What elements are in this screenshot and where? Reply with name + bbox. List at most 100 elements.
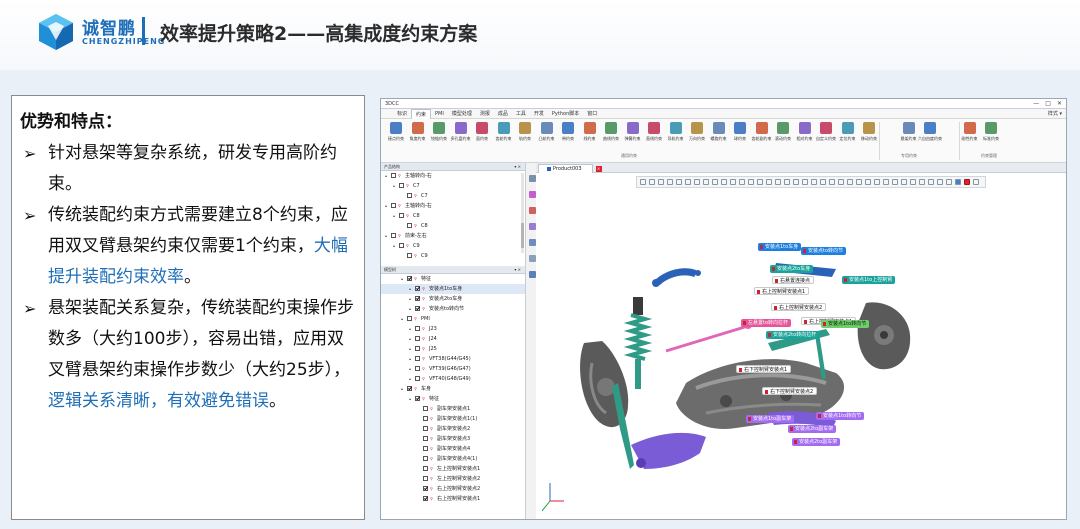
- ribbon-button[interactable]: 导轨约束: [665, 122, 687, 148]
- menu-item[interactable]: 工具: [512, 109, 530, 119]
- visibility-checkbox[interactable]: [415, 396, 420, 401]
- ribbon-button[interactable]: 线约束: [579, 122, 601, 148]
- ribbon-button[interactable]: 螺旋约束: [708, 122, 730, 148]
- tree-item[interactable]: ▴ ⚲ 特征: [381, 394, 525, 404]
- pin-icon[interactable]: ▾ ×: [514, 163, 521, 171]
- tree-item[interactable]: ⚲ 右上控制臂安装点1: [381, 494, 525, 504]
- tree-item[interactable]: ▴ ⚲ PMI: [381, 314, 525, 324]
- visibility-checkbox[interactable]: [407, 316, 412, 321]
- ribbon-button[interactable]: 铰链约束: [428, 122, 450, 148]
- visibility-checkbox[interactable]: [399, 183, 404, 188]
- tree-item[interactable]: ▴ ⚲ C7: [381, 181, 525, 191]
- tree-item[interactable]: ⚲ 副车架安装点4(1): [381, 454, 525, 464]
- visibility-checkbox[interactable]: [399, 213, 404, 218]
- ribbon-button[interactable]: 凸轮约束: [536, 122, 558, 148]
- ribbon-button[interactable]: 刚性约束: [959, 122, 981, 148]
- visibility-checkbox[interactable]: [415, 346, 420, 351]
- layer-icon[interactable]: [529, 271, 536, 278]
- visibility-checkbox[interactable]: [423, 426, 428, 431]
- tree-item[interactable]: ⚲ 副车架安装点4: [381, 444, 525, 454]
- tree-item[interactable]: ⚲ 副车架安装点2: [381, 424, 525, 434]
- ribbon-button[interactable]: 球约束: [729, 122, 751, 148]
- tree-item[interactable]: ▴ ⚲ C8: [381, 211, 525, 221]
- scrollbar[interactable]: [521, 173, 524, 253]
- tree-item[interactable]: ▴ ⚲ 特征: [381, 274, 525, 284]
- cursor-icon[interactable]: [529, 175, 536, 182]
- constraint-label[interactable]: 安装点1to转向节: [821, 320, 870, 328]
- ribbon-button[interactable]: 接点约束: [385, 122, 407, 148]
- ribbon-button[interactable]: 弹簧约束: [622, 122, 644, 148]
- tree-item[interactable]: ▴ ⚲ VFT39(G46/G47): [381, 364, 525, 374]
- constraint-label[interactable]: 安装点to转向节: [801, 247, 847, 255]
- maximize-button[interactable]: □: [1045, 100, 1051, 107]
- tree-item[interactable]: ▴ ⚲ 安装点1to车身: [381, 284, 525, 294]
- ribbon-button[interactable]: 滚动约束: [772, 122, 794, 148]
- visibility-checkbox[interactable]: [407, 253, 412, 258]
- ribbon-button[interactable]: 多孔盘约束: [450, 122, 472, 148]
- visibility-checkbox[interactable]: [423, 416, 428, 421]
- section-icon[interactable]: [529, 223, 536, 230]
- minimize-button[interactable]: —: [1033, 100, 1039, 107]
- visibility-checkbox[interactable]: [415, 356, 420, 361]
- menu-item-active[interactable]: 约束: [411, 108, 432, 119]
- tree-item[interactable]: ▴ ⚲ 前束-左右: [381, 231, 525, 241]
- menu-item[interactable]: Python脚本: [548, 109, 583, 119]
- select-icon[interactable]: [529, 191, 536, 198]
- tree-item[interactable]: ▴ ⚲ J24: [381, 334, 525, 344]
- tree-item[interactable]: ⚲ 副车架安装点1: [381, 404, 525, 414]
- visibility-checkbox[interactable]: [415, 336, 420, 341]
- visibility-checkbox[interactable]: [399, 243, 404, 248]
- constraint-label[interactable]: 右上控制臂安装点1: [754, 287, 810, 295]
- visibility-checkbox[interactable]: [391, 203, 396, 208]
- visibility-checkbox[interactable]: [423, 406, 428, 411]
- ribbon-button[interactable]: 面约束: [471, 122, 493, 148]
- visibility-checkbox[interactable]: [423, 446, 428, 451]
- tree-item[interactable]: ⚲ 副车架安装点3: [381, 434, 525, 444]
- constraint-label[interactable]: 左悬置to转向拉杆: [741, 319, 792, 327]
- tree-item[interactable]: ⚲ 左上控制臂安装点2: [381, 474, 525, 484]
- ribbon-button[interactable]: 齿轮约束: [493, 122, 515, 148]
- suspension-model[interactable]: [536, 173, 1067, 520]
- 3d-viewport[interactable]: 安装点1to车身 安装点to转向节 安装点2to车身 右悬置连接点 安装点1to…: [536, 173, 1067, 520]
- ribbon-button[interactable]: 角度约束: [407, 122, 429, 148]
- menu-item[interactable]: 模型处理: [448, 109, 476, 119]
- visibility-checkbox[interactable]: [407, 223, 412, 228]
- constraint-label[interactable]: 安装点2to转向拉杆: [766, 331, 820, 339]
- visibility-checkbox[interactable]: [391, 173, 396, 178]
- visibility-checkbox[interactable]: [391, 233, 396, 238]
- tree-item[interactable]: ▴ ⚲ J23: [381, 324, 525, 334]
- visibility-checkbox[interactable]: [423, 496, 428, 501]
- tree-item[interactable]: ⚲ C9: [381, 251, 525, 261]
- menu-item[interactable]: 测报: [476, 109, 494, 119]
- constraint-label[interactable]: 安装点1to上控制臂: [842, 276, 896, 284]
- ribbon-button[interactable]: 六自由度约束: [918, 122, 942, 148]
- visibility-checkbox[interactable]: [423, 456, 428, 461]
- ribbon-button[interactable]: 齿轮副约束: [751, 122, 773, 148]
- menu-item[interactable]: 窗口: [583, 109, 601, 119]
- tree-item[interactable]: ▴ ⚲ J25: [381, 344, 525, 354]
- ribbon-button[interactable]: 悬架约束: [898, 122, 920, 148]
- menu-item[interactable]: PMI: [431, 109, 448, 119]
- pin-icon[interactable]: ▾ ×: [514, 266, 521, 274]
- ribbon-button[interactable]: 定位约束: [837, 122, 859, 148]
- tree-item[interactable]: ▴ ⚲ 安装点to转向节: [381, 304, 525, 314]
- visibility-checkbox[interactable]: [407, 276, 412, 281]
- visibility-checkbox[interactable]: [415, 306, 420, 311]
- visibility-checkbox[interactable]: [423, 486, 428, 491]
- tree-item[interactable]: ▴ ⚲ VFT38(G44/G45): [381, 354, 525, 364]
- ribbon-button[interactable]: 自定义约束: [815, 122, 837, 148]
- visibility-checkbox[interactable]: [423, 476, 428, 481]
- tree-item[interactable]: ⚲ 右上控制臂安装点2: [381, 484, 525, 494]
- visibility-checkbox[interactable]: [415, 376, 420, 381]
- ribbon-button[interactable]: 万向约束: [686, 122, 708, 148]
- menu-item[interactable]: 成品: [494, 109, 512, 119]
- constraint-label[interactable]: 安装点2to副车架: [792, 438, 841, 446]
- menu-item[interactable]: 标识: [393, 109, 411, 119]
- constraint-label[interactable]: 安装点1to车身: [758, 243, 802, 251]
- tree-item[interactable]: ⚲ C8: [381, 221, 525, 231]
- visibility-checkbox[interactable]: [407, 193, 412, 198]
- visibility-checkbox[interactable]: [415, 366, 420, 371]
- tree-item[interactable]: ▴ ⚲ VFT40(G48/G49): [381, 374, 525, 384]
- ribbon-button[interactable]: 相对约束: [794, 122, 816, 148]
- ribbon-button[interactable]: 曲线约束: [600, 122, 622, 148]
